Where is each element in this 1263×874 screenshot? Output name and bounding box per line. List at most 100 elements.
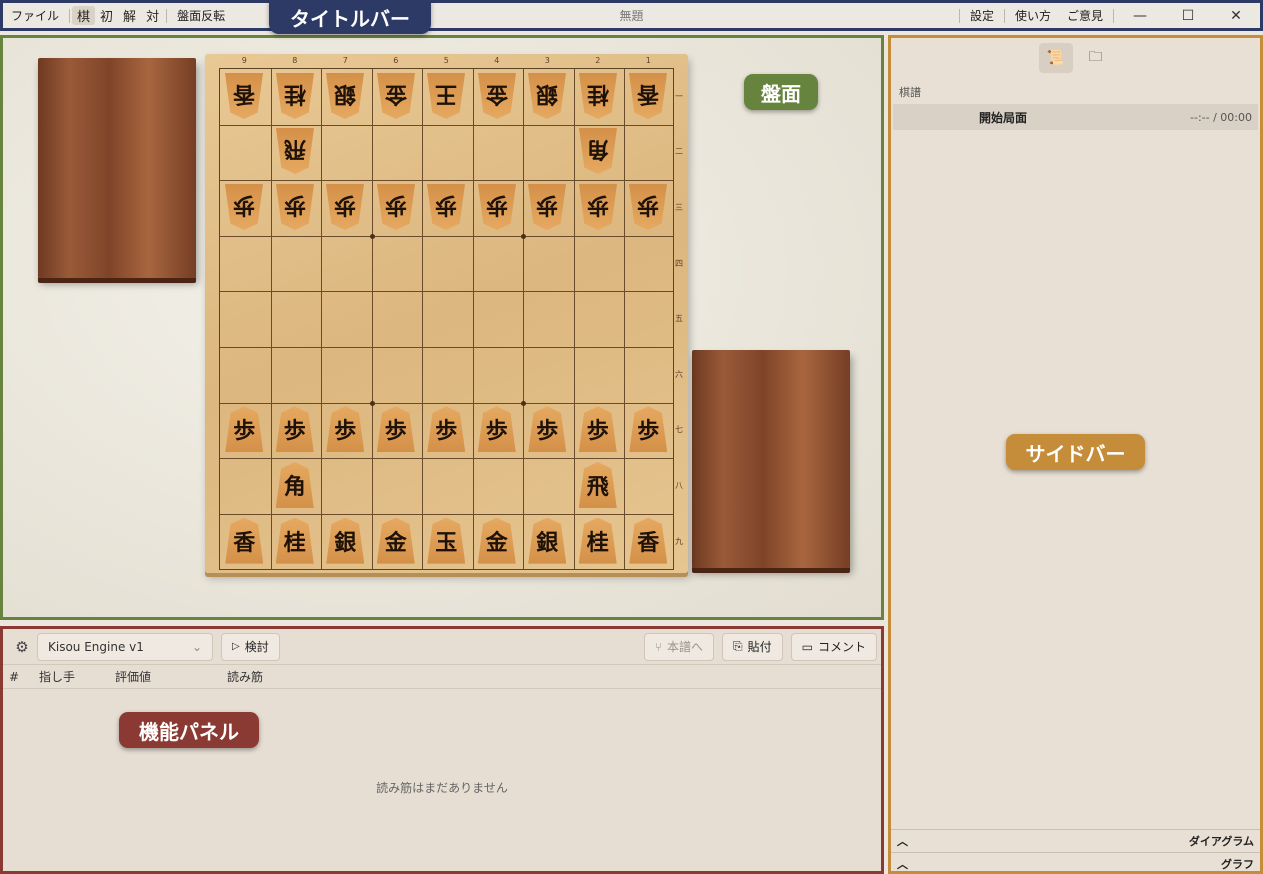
column-eval: 評価値	[115, 670, 152, 684]
settings-button[interactable]: 設定	[962, 7, 1002, 24]
close-icon[interactable]: ✕	[1212, 8, 1260, 24]
divider	[958, 8, 960, 23]
folder-icon[interactable]: 🗀	[1079, 43, 1113, 73]
shogi-piece-sente[interactable]: 歩	[528, 406, 567, 453]
title-bar: ファイル 棋 初 解 対 盤面反転 無題 設定 使い方 ご意見 — ☐ ✕	[0, 0, 1263, 31]
grid-line	[624, 69, 625, 569]
paste-button-label: 貼付	[747, 640, 772, 654]
shogi-piece-sente[interactable]: 歩	[427, 406, 466, 453]
shogi-piece-gote[interactable]: 歩	[427, 184, 465, 230]
analyze-button-label: 検討	[244, 640, 269, 654]
mode-versus-tab[interactable]: 対	[141, 6, 164, 25]
rank-label: 三	[675, 203, 683, 212]
panel-actions: ⑂ 本譜へ ⎘ 貼付 ▭ コメント	[636, 632, 877, 661]
shogi-piece-gote[interactable]: 歩	[478, 184, 516, 230]
shogi-piece-sente[interactable]: 銀	[326, 517, 365, 564]
mode-solve-tab[interactable]: 解	[118, 6, 141, 25]
shogi-piece-gote[interactable]: 王	[427, 73, 465, 119]
shogi-piece-sente[interactable]: 角	[275, 462, 314, 508]
shogi-piece-sente[interactable]: 香	[629, 517, 668, 564]
engine-select-value: Kisou Engine v1	[48, 639, 144, 654]
shogi-piece-gote[interactable]: 歩	[377, 184, 415, 230]
chevron-up-icon: ︿	[897, 834, 908, 848]
shogi-piece-gote[interactable]: 歩	[225, 184, 263, 230]
shogi-piece-sente[interactable]: 歩	[629, 406, 668, 453]
graph-section-label: グラフ	[1221, 857, 1254, 871]
file-label: 1	[645, 56, 651, 65]
diagram-section-label: ダイアグラム	[1188, 834, 1254, 848]
rank-label: 七	[675, 425, 683, 435]
grid-line	[270, 69, 272, 569]
sidebar-tabs: 📜 🗀	[891, 38, 1260, 78]
shogi-piece-sente[interactable]: 桂	[578, 517, 617, 564]
shogi-piece-gote[interactable]: 金	[377, 73, 415, 119]
column-move: 指し手	[39, 670, 76, 684]
grid-line	[472, 69, 474, 569]
divider	[1003, 8, 1005, 23]
sente-piece-stand[interactable]	[692, 350, 850, 568]
shogi-piece-gote[interactable]: 香	[629, 73, 667, 119]
chevron-up-icon: ︿	[897, 857, 908, 871]
file-label: 2	[595, 56, 601, 65]
rank-label: 六	[675, 369, 683, 379]
to-main-line-button[interactable]: ⑂ 本譜へ	[643, 632, 715, 661]
menu-file[interactable]: ファイル	[3, 7, 67, 24]
maximize-icon[interactable]: ☐	[1164, 8, 1212, 24]
feedback-button[interactable]: ご意見	[1059, 7, 1111, 24]
shogi-piece-gote[interactable]: 銀	[528, 73, 566, 119]
gote-piece-stand[interactable]	[38, 58, 196, 278]
shogi-piece-sente[interactable]: 歩	[225, 406, 264, 453]
grid-line	[220, 180, 673, 182]
shogi-piece-gote[interactable]: 歩	[629, 184, 667, 230]
paste-button[interactable]: ⎘ 貼付	[722, 632, 783, 661]
kifu-row-start[interactable]: 開始局面 --:-- / 00:00	[893, 104, 1258, 130]
shogi-piece-gote[interactable]: 歩	[276, 184, 314, 230]
mode-kifu-tab[interactable]: 棋	[72, 6, 96, 25]
grid-line	[422, 69, 423, 569]
graph-section-header[interactable]: ︿ グラフ	[891, 852, 1260, 874]
minimize-icon[interactable]: —	[1116, 8, 1164, 24]
analyze-button[interactable]: ▷ 検討	[221, 632, 280, 661]
shogi-piece-sente[interactable]: 桂	[275, 517, 314, 564]
shogi-piece-sente[interactable]: 玉	[427, 517, 466, 564]
shogi-piece-sente[interactable]: 金	[477, 517, 516, 564]
shogi-piece-sente[interactable]: 香	[225, 517, 264, 564]
help-button[interactable]: 使い方	[1007, 7, 1059, 24]
flip-board-button[interactable]: 盤面反転	[169, 7, 233, 24]
shogi-piece-gote[interactable]: 飛	[276, 128, 314, 174]
shogi-piece-gote[interactable]: 桂	[276, 73, 314, 119]
grid-line	[220, 235, 673, 237]
grid-line	[220, 347, 673, 348]
shogi-piece-gote[interactable]: 銀	[326, 73, 364, 119]
shogi-piece-sente[interactable]: 歩	[376, 406, 415, 453]
board-area: 987654321 一二三四五六七八九 香桂銀金王金銀桂香飛角歩歩歩歩歩歩歩歩歩…	[0, 35, 884, 620]
rank-label: 五	[675, 314, 683, 324]
shogi-piece-sente[interactable]: 飛	[578, 462, 617, 508]
shogi-piece-sente[interactable]: 金	[376, 517, 415, 564]
scroll-icon[interactable]: 📜	[1038, 43, 1073, 73]
grid-line	[523, 69, 524, 569]
shogi-piece-gote[interactable]: 歩	[326, 184, 364, 230]
grid-line	[220, 124, 673, 126]
diagram-section-header[interactable]: ︿ ダイアグラム	[891, 829, 1260, 851]
shogi-piece-gote[interactable]: 香	[225, 73, 263, 119]
comment-icon: ▭	[801, 639, 813, 654]
shogi-piece-gote[interactable]: 歩	[528, 184, 566, 230]
mode-initial-tab[interactable]: 初	[95, 6, 118, 25]
shogi-piece-sente[interactable]: 銀	[528, 517, 567, 564]
comment-button[interactable]: ▭ コメント	[790, 632, 877, 661]
shogi-piece-sente[interactable]: 歩	[326, 406, 365, 453]
shogi-board[interactable]: 987654321 一二三四五六七八九 香桂銀金王金銀桂香飛角歩歩歩歩歩歩歩歩歩…	[205, 54, 688, 573]
shogi-piece-gote[interactable]: 金	[478, 73, 516, 119]
divider	[1113, 8, 1114, 23]
empty-state-text: 読み筋はまだありません	[376, 781, 508, 795]
gear-icon[interactable]: ⚙	[7, 638, 37, 656]
shogi-piece-sente[interactable]: 歩	[578, 406, 617, 453]
shogi-piece-sente[interactable]: 歩	[477, 406, 516, 453]
shogi-piece-gote[interactable]: 角	[579, 128, 617, 174]
shogi-piece-gote[interactable]: 歩	[579, 184, 617, 230]
shogi-piece-gote[interactable]: 桂	[579, 73, 617, 119]
star-point	[521, 233, 526, 239]
engine-select[interactable]: Kisou Engine v1 ⌄	[37, 632, 213, 661]
shogi-piece-sente[interactable]: 歩	[275, 406, 314, 453]
